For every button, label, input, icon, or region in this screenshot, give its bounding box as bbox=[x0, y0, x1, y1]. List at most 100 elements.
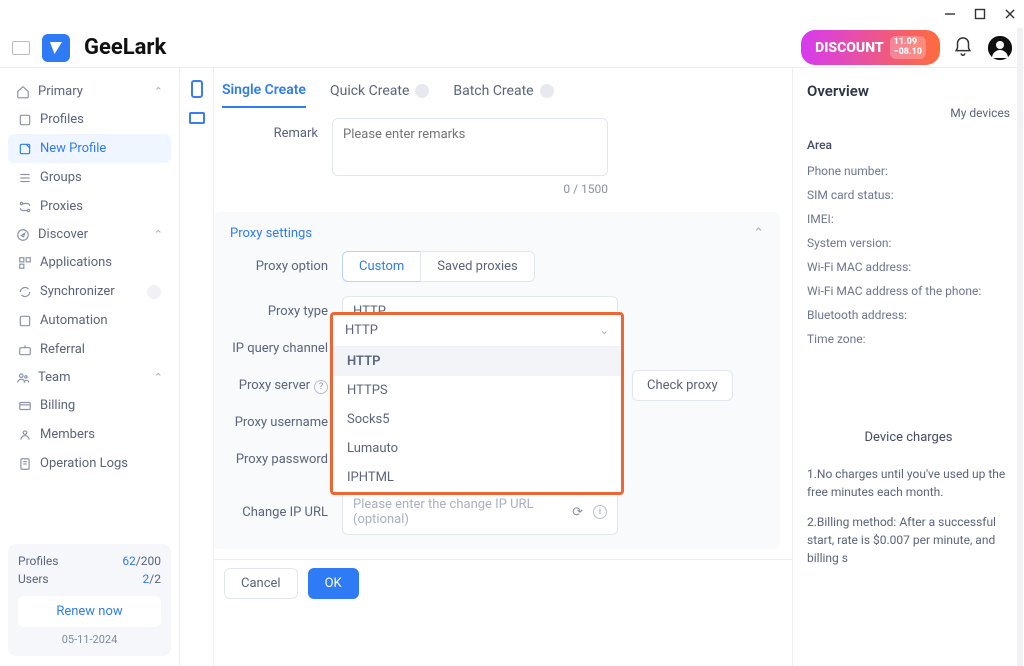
profiles-total: /200 bbox=[136, 554, 161, 568]
sidebar-item-automation[interactable]: Automation bbox=[8, 306, 171, 335]
profiles-icon bbox=[18, 113, 32, 127]
help-icon[interactable]: ? bbox=[314, 380, 328, 394]
billing-icon bbox=[18, 399, 32, 413]
nav-label: Applications bbox=[40, 255, 112, 270]
dropdown-item-iphtml[interactable]: IPHTML bbox=[333, 463, 621, 492]
nav-label: Automation bbox=[40, 313, 108, 328]
scrollbar[interactable] bbox=[1017, 28, 1023, 666]
bell-icon[interactable] bbox=[952, 36, 976, 60]
proxy-server-label: Proxy server? bbox=[224, 378, 342, 394]
footer-date: 05-11-2024 bbox=[18, 633, 161, 646]
section-primary[interactable]: Primary ⌃ bbox=[8, 78, 171, 105]
users-label: Users bbox=[18, 572, 49, 586]
nav-label: Groups bbox=[40, 170, 82, 185]
phone-icon[interactable] bbox=[191, 80, 203, 98]
sidebar-item-applications[interactable]: Applications bbox=[8, 248, 171, 277]
tab-batch-create[interactable]: Batch Create bbox=[453, 82, 553, 108]
logs-icon bbox=[18, 457, 32, 471]
proxy-username-label: Proxy username bbox=[224, 415, 342, 430]
ok-button[interactable]: OK bbox=[308, 568, 359, 599]
my-devices-tab[interactable]: My devices bbox=[807, 106, 1024, 120]
proxy-option-label: Proxy option bbox=[224, 259, 342, 274]
team-icon bbox=[16, 371, 30, 385]
create-tabs: Single Create Quick Create Batch Create bbox=[214, 68, 792, 118]
dropdown-selected[interactable]: HTTP ⌄ bbox=[333, 315, 621, 347]
groups-icon bbox=[18, 171, 32, 185]
sidebar-item-proxies[interactable]: Proxies bbox=[8, 192, 171, 221]
close-button[interactable] bbox=[1004, 8, 1016, 20]
minimize-button[interactable] bbox=[944, 8, 956, 20]
sidebar-item-groups[interactable]: Groups bbox=[8, 163, 171, 192]
overview-row: Wi-Fi MAC address: bbox=[807, 260, 1024, 274]
option-saved-button[interactable]: Saved proxies bbox=[420, 251, 534, 282]
remark-input[interactable] bbox=[332, 118, 608, 176]
section-label: Team bbox=[38, 370, 71, 385]
tab-label: Batch Create bbox=[453, 83, 533, 99]
nav-label: Members bbox=[40, 427, 95, 442]
user-avatar[interactable] bbox=[988, 36, 1012, 60]
users-total: /2 bbox=[149, 572, 161, 586]
overview-row: Wi-Fi MAC address of the phone: bbox=[807, 284, 1024, 298]
overview-row: Bluetooth address: bbox=[807, 308, 1024, 322]
proxies-icon bbox=[18, 200, 32, 214]
apps-icon bbox=[18, 256, 32, 270]
sidebar-item-referral[interactable]: Referral bbox=[8, 335, 171, 364]
dropdown-item-socks5[interactable]: Socks5 bbox=[333, 405, 621, 434]
remark-label: Remark bbox=[214, 118, 332, 141]
proxy-settings-title: Proxy settings bbox=[230, 226, 312, 241]
remark-count: 0 / 1500 bbox=[332, 182, 608, 196]
placeholder-text: Please enter the change IP URL (optional… bbox=[353, 497, 572, 527]
section-discover[interactable]: Discover ⌃ bbox=[8, 221, 171, 248]
status-dot bbox=[147, 285, 161, 299]
nav-label: Billing bbox=[40, 398, 75, 413]
sync-icon bbox=[18, 285, 32, 299]
charges-text-2: 2.Billing method: After a successful sta… bbox=[807, 513, 1024, 567]
panel-toggle-icon[interactable] bbox=[12, 41, 30, 55]
sidebar-item-synchronizer[interactable]: Synchronizer bbox=[8, 277, 171, 306]
tab-single-create[interactable]: Single Create bbox=[222, 82, 306, 108]
nav-label: Proxies bbox=[40, 199, 83, 214]
change-ip-input[interactable]: Please enter the change IP URL (optional… bbox=[342, 489, 618, 535]
discount-badge[interactable]: DISCOUNT 11.09 −08.10 bbox=[801, 30, 940, 65]
sidebar-item-profiles[interactable]: Profiles bbox=[8, 105, 171, 134]
nav-label: New Profile bbox=[40, 141, 106, 156]
overview-panel: Overview My devices Area Phone number: S… bbox=[792, 68, 1024, 666]
discount-dates: 11.09 −08.10 bbox=[890, 36, 926, 59]
help-icon[interactable]: i bbox=[593, 505, 607, 519]
tab-quick-create[interactable]: Quick Create bbox=[330, 82, 429, 108]
section-team[interactable]: Team ⌃ bbox=[8, 364, 171, 391]
ip-query-label: IP query channel bbox=[224, 341, 342, 356]
footer-buttons: Cancel OK bbox=[214, 559, 792, 607]
brand-name: GeeLark bbox=[84, 35, 166, 60]
dropdown-item-http[interactable]: HTTP bbox=[333, 347, 621, 376]
overview-title: Overview bbox=[807, 82, 1024, 100]
proxy-option-segment: Custom Saved proxies bbox=[342, 251, 535, 282]
cancel-button[interactable]: Cancel bbox=[224, 568, 298, 599]
dropdown-item-https[interactable]: HTTPS bbox=[333, 376, 621, 405]
renew-button[interactable]: Renew now bbox=[18, 596, 161, 627]
proxy-password-label: Proxy password bbox=[224, 452, 342, 467]
sidebar-item-members[interactable]: Members bbox=[8, 420, 171, 449]
sidebar: Primary ⌃ Profiles New Profile Groups Pr… bbox=[0, 68, 180, 666]
chevron-up-icon: ⌃ bbox=[154, 228, 163, 241]
sidebar-item-operation-logs[interactable]: Operation Logs bbox=[8, 449, 171, 478]
device-charges-title: Device charges bbox=[807, 430, 1024, 445]
compass-icon bbox=[16, 228, 30, 242]
nav-label: Synchronizer bbox=[40, 284, 115, 299]
option-custom-button[interactable]: Custom bbox=[342, 251, 420, 282]
refresh-icon[interactable]: ⟳ bbox=[572, 505, 583, 520]
overview-row: System version: bbox=[807, 236, 1024, 250]
sidebar-item-new-profile[interactable]: New Profile bbox=[8, 134, 171, 163]
monitor-icon[interactable] bbox=[189, 112, 205, 124]
check-proxy-button[interactable]: Check proxy bbox=[632, 370, 733, 401]
proxy-type-label: Proxy type bbox=[224, 304, 342, 319]
overview-row: Phone number: bbox=[807, 164, 1024, 178]
dropdown-item-lumauto[interactable]: Lumauto bbox=[333, 434, 621, 463]
overview-row: Time zone: bbox=[807, 332, 1024, 346]
chevron-up-icon: ⌃ bbox=[154, 371, 163, 384]
sidebar-item-billing[interactable]: Billing bbox=[8, 391, 171, 420]
members-icon bbox=[18, 428, 32, 442]
chevron-up-icon[interactable]: ⌃ bbox=[753, 226, 764, 241]
maximize-button[interactable] bbox=[974, 8, 986, 20]
discount-label: DISCOUNT bbox=[815, 40, 883, 56]
